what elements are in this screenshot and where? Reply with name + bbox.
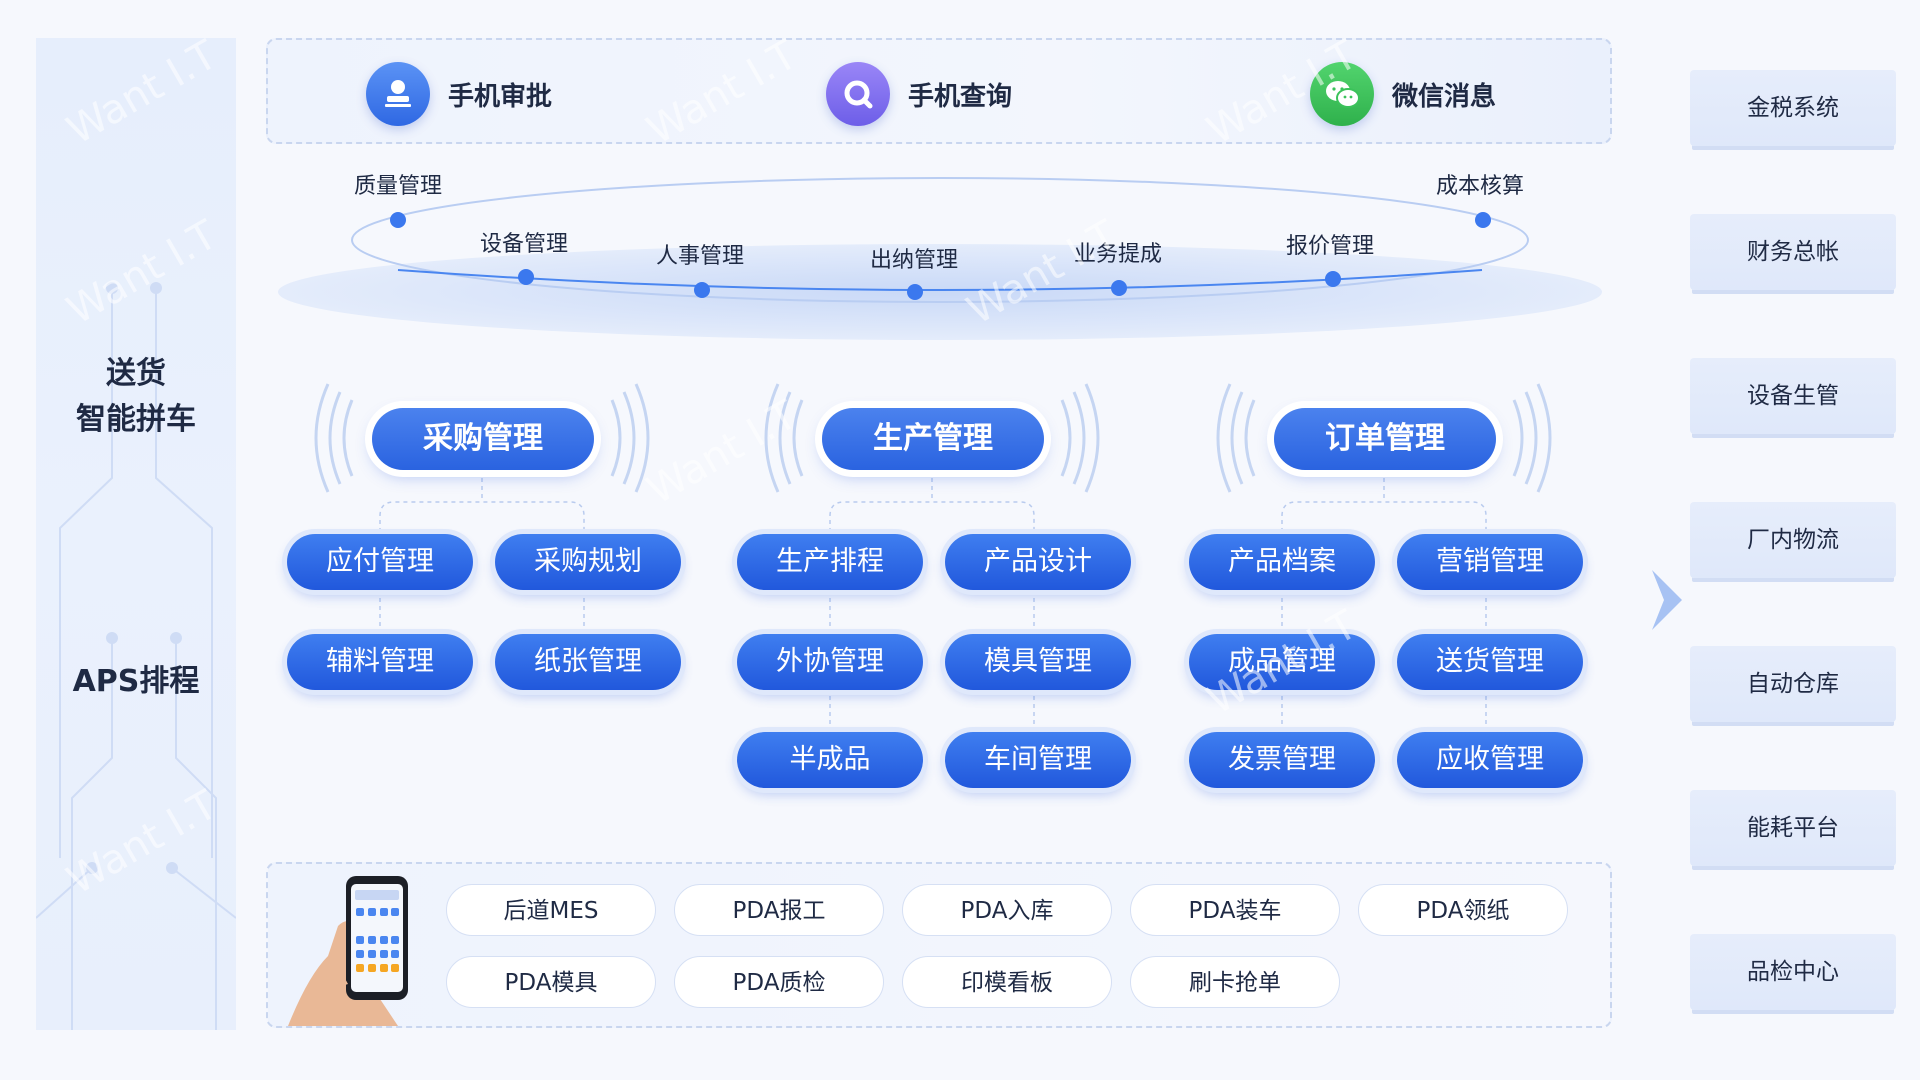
pda-item-post-mes[interactable]: 后道MES xyxy=(446,884,656,936)
pill-semi-finished[interactable]: 半成品 xyxy=(737,732,923,788)
pill-mold-management[interactable]: 模具管理 xyxy=(945,634,1131,690)
pill-delivery-management[interactable]: 送货管理 xyxy=(1397,634,1583,690)
pill-purchase-planning[interactable]: 采购规划 xyxy=(495,534,681,590)
pill-production-scheduling[interactable]: 生产排程 xyxy=(737,534,923,590)
phone-in-hand-icon xyxy=(288,876,408,1026)
module-title-order[interactable]: 订单管理 xyxy=(1274,408,1496,470)
pill-workshop-management[interactable]: 车间管理 xyxy=(945,732,1131,788)
pda-item-die-board[interactable]: 印模看板 xyxy=(902,956,1112,1008)
right-item-factory-logistics[interactable]: 厂内物流 xyxy=(1690,502,1896,578)
pill-invoice-management[interactable]: 发票管理 xyxy=(1189,732,1375,788)
right-item-general-ledger[interactable]: 财务总帐 xyxy=(1690,214,1896,290)
pda-item-paper-collect[interactable]: PDA领纸 xyxy=(1358,884,1568,936)
pda-item-card-swipe[interactable]: 刷卡抢单 xyxy=(1130,956,1340,1008)
module-title-purchase[interactable]: 采购管理 xyxy=(372,408,594,470)
pill-auxiliary-material[interactable]: 辅料管理 xyxy=(287,634,473,690)
pill-accounts-payable[interactable]: 应付管理 xyxy=(287,534,473,590)
pill-receivables[interactable]: 应收管理 xyxy=(1397,732,1583,788)
right-item-quality-center[interactable]: 品检中心 xyxy=(1690,934,1896,1010)
pda-item-mold[interactable]: PDA模具 xyxy=(446,956,656,1008)
right-item-golden-tax[interactable]: 金税系统 xyxy=(1690,70,1896,146)
right-item-auto-warehouse[interactable]: 自动仓库 xyxy=(1690,646,1896,722)
pda-item-loading[interactable]: PDA装车 xyxy=(1130,884,1340,936)
right-arrow-icon xyxy=(1652,570,1682,630)
pda-item-inbound[interactable]: PDA入库 xyxy=(902,884,1112,936)
pda-item-report[interactable]: PDA报工 xyxy=(674,884,884,936)
right-item-equipment-production[interactable]: 设备生管 xyxy=(1690,358,1896,434)
pda-card: 后道MES PDA报工 PDA入库 PDA装车 PDA领纸 PDA模具 PDA质… xyxy=(266,862,1612,1028)
module-title-production[interactable]: 生产管理 xyxy=(822,408,1044,470)
pda-item-quality-check[interactable]: PDA质检 xyxy=(674,956,884,1008)
pill-product-design[interactable]: 产品设计 xyxy=(945,534,1131,590)
pill-outsourcing[interactable]: 外协管理 xyxy=(737,634,923,690)
right-item-energy-platform[interactable]: 能耗平台 xyxy=(1690,790,1896,866)
pill-finished-goods[interactable]: 成品管理 xyxy=(1189,634,1375,690)
pill-marketing[interactable]: 营销管理 xyxy=(1397,534,1583,590)
pill-product-archive[interactable]: 产品档案 xyxy=(1189,534,1375,590)
pill-paper-management[interactable]: 纸张管理 xyxy=(495,634,681,690)
